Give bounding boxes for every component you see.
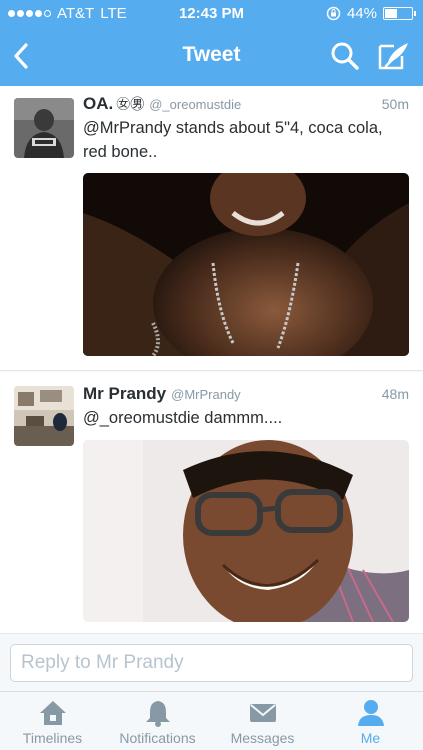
photo-image xyxy=(83,173,409,356)
tab-label: Me xyxy=(360,730,381,746)
tab-messages[interactable]: Messages xyxy=(210,692,315,750)
header: AT&T LTE 12:43 PM 44% Tweet xyxy=(0,0,423,86)
avatar-photo xyxy=(14,386,74,446)
avatar[interactable] xyxy=(14,98,74,158)
tweet-text: @_oreomustdie dammm.... xyxy=(83,409,283,427)
photo-image xyxy=(83,440,409,622)
name-badge: ㊛㊚ xyxy=(116,96,145,112)
status-bar: AT&T LTE 12:43 PM 44% xyxy=(0,0,423,28)
status-right: 44% xyxy=(326,5,416,22)
envelope-icon xyxy=(249,704,276,722)
display-name[interactable]: Mr Prandy xyxy=(83,384,166,403)
tab-label: Messages xyxy=(230,730,295,746)
person-icon xyxy=(357,700,384,726)
battery-level xyxy=(385,9,398,18)
user-handle[interactable]: @_oreomustdie xyxy=(149,97,241,112)
bell-icon xyxy=(145,701,170,727)
tweet-time: 50m xyxy=(381,96,409,112)
rotation-lock-icon xyxy=(326,6,341,21)
nav-bar: Tweet xyxy=(0,30,423,82)
tweet-photo[interactable] xyxy=(83,440,409,622)
search-icon xyxy=(331,42,359,70)
tab-label: Notifications xyxy=(119,730,196,746)
display-name[interactable]: OA. xyxy=(83,94,113,113)
avatar-photo xyxy=(14,98,74,158)
compose-button[interactable] xyxy=(374,38,414,74)
tweet-card[interactable]: Mr Prandy @MrPrandy 48m @_oreomustdie dam… xyxy=(0,372,423,634)
tweet-text: @MrPrandy stands about 5"4, coca cola, r… xyxy=(83,119,383,161)
tweet-header: Mr Prandy @MrPrandy 48m xyxy=(83,384,409,406)
avatar[interactable] xyxy=(14,386,74,446)
battery-icon xyxy=(383,7,416,20)
user-handle[interactable]: @MrPrandy xyxy=(171,387,241,402)
tweet-card[interactable]: OA. ㊛㊚ @_oreomustdie 50m @MrPrandy stands … xyxy=(0,86,423,371)
tab-timelines[interactable]: Timelines xyxy=(0,692,105,750)
tab-notifications[interactable]: Notifications xyxy=(105,692,210,750)
tweet-header: OA. ㊛㊚ @_oreomustdie 50m xyxy=(83,94,409,116)
tweet-time: 48m xyxy=(381,386,409,402)
tab-label: Timelines xyxy=(22,730,83,746)
compose-icon xyxy=(378,43,408,70)
search-button[interactable] xyxy=(328,38,362,74)
tab-me[interactable]: Me xyxy=(318,692,423,750)
reply-input[interactable]: Reply to Mr Prandy xyxy=(10,644,413,682)
battery-percent: 44% xyxy=(346,5,377,22)
home-icon xyxy=(39,701,66,725)
tab-bar: Timelines Notifications Messages Me xyxy=(0,691,423,750)
reply-bar: Reply to Mr Prandy xyxy=(0,634,423,691)
tweet-photo[interactable] xyxy=(83,173,409,356)
